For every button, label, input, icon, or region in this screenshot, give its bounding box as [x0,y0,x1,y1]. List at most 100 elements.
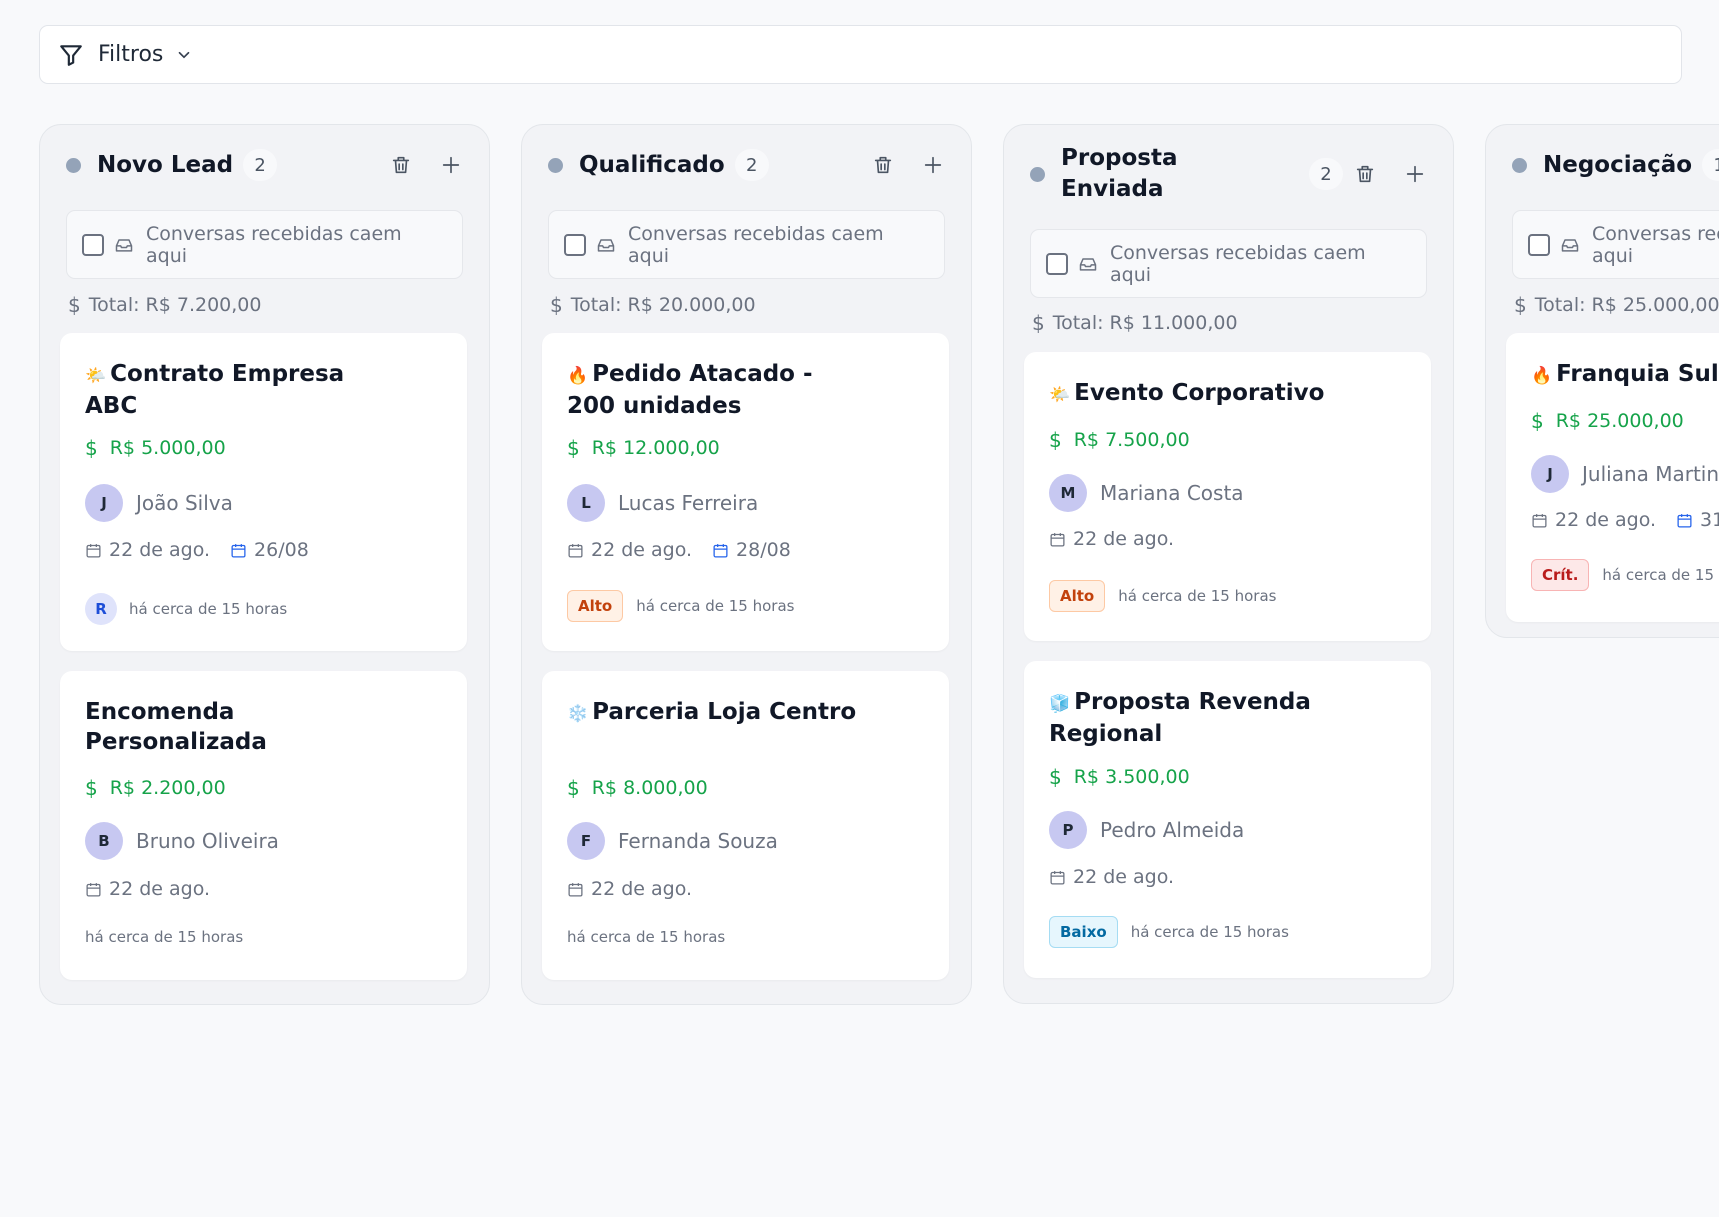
status-dot [1030,166,1045,182]
priority-badge: Alto [567,590,624,622]
inbox-icon [596,235,616,255]
calendar-icon [567,881,584,898]
card-dates: 22 de ago. [1049,866,1174,888]
calendar-icon [1049,869,1066,886]
card-dates: 22 de ago. 28/08 [567,539,791,561]
dollar-icon: $ [567,776,580,800]
card-title: 🔥 Franquia Sul [1531,361,1719,387]
trash-icon[interactable] [1347,156,1383,192]
calendar-icon [1049,531,1066,548]
card-value: $ R$ 12.000,00 [567,436,720,460]
dollar-icon: $ [85,436,98,460]
avatar: F [567,822,605,860]
avatar: J [1531,455,1569,493]
dollar-icon: $ [1514,293,1527,317]
inbox-checkbox[interactable] [1528,233,1550,256]
due-date: 26/08 [230,539,309,561]
column-header: Novo Lead 2 [66,147,469,183]
inbox-drop-zone[interactable]: Conversas recebidas caem aqui [548,210,945,279]
column-count: 2 [734,149,769,181]
status-dot [548,157,563,173]
inbox-text: Conversas recebidas caem aqui [146,222,402,267]
card-title: ❄️ Parceria Loja Centro [567,699,857,725]
deal-card[interactable]: 🔥 Pedido Atacado - 200 unidades $ R$ 12.00… [542,333,949,651]
calendar-icon [1531,512,1548,529]
inbox-icon [1560,235,1580,255]
avatar: L [567,484,605,522]
temperature-icon: 🌤️ [85,366,107,386]
column-count: 1 [1702,149,1719,181]
plus-icon[interactable] [915,147,951,183]
deal-card[interactable]: 🔥 Franquia Sul $ R$ 25.000,00 J Juliana Ma… [1506,333,1719,622]
dollar-icon: $ [1049,765,1062,789]
column-proposta-enviada: Proposta Enviada 2 Conversas recebidas c… [1003,124,1454,1004]
inbox-checkbox[interactable] [1046,252,1068,275]
card-dates: 22 de ago. 31 [1531,509,1719,531]
plus-icon[interactable] [433,147,469,183]
column-title: Novo Lead [97,151,234,178]
card-footer: Baixo há cerca de 15 horas [1049,916,1289,948]
filters-button[interactable]: Filtros [39,25,1682,84]
ice-cube-icon: 🧊 [1049,694,1071,714]
calendar-icon [85,542,102,559]
card-footer: há cerca de 15 horas [567,928,726,946]
dollar-icon: $ [85,776,98,800]
inbox-checkbox[interactable] [82,233,104,256]
column-novo-lead: Novo Lead 2 Conversas recebidas caem aqu… [39,124,490,1005]
trash-icon[interactable] [383,147,419,183]
trash-icon[interactable] [865,147,901,183]
column-negociacao: Negociação 1 Conversas recebidas caem aq… [1485,124,1719,638]
card-owner: B Bruno Oliveira [85,822,279,860]
card-footer: Crít. há cerca de 15 horas [1531,559,1719,591]
dollar-icon: $ [1049,428,1062,452]
card-dates: 22 de ago. 26/08 [85,539,309,561]
inbox-drop-zone[interactable]: Conversas recebidas caem aqui [66,210,463,279]
column-header: Negociação 1 [1512,147,1719,183]
deal-card[interactable]: 🌤️ Contrato Empresa ABC $ R$ 5.000,00 J Jo… [60,333,467,651]
column-header: Proposta Enviada 2 [1030,143,1433,205]
deal-card[interactable]: ❄️ Parceria Loja Centro $ R$ 8.000,00 F Fe… [542,671,949,980]
card-title: 🌤️ Evento Corporativo [1049,380,1325,406]
temperature-icon: 🌤️ [1049,385,1071,405]
column-title: Proposta Enviada [1061,145,1178,202]
avatar: B [85,822,123,860]
card-footer: R há cerca de 15 horas [85,593,287,625]
kanban-board: Novo Lead 2 Conversas recebidas caem aqu… [39,124,1719,1024]
column-title: Qualificado [579,151,725,178]
inbox-checkbox[interactable] [564,233,586,256]
column-title: Negociação [1543,151,1693,178]
inbox-icon [1078,254,1098,274]
inbox-drop-zone[interactable]: Conversas recebidas caem aqui [1512,210,1719,279]
calendar-icon [85,881,102,898]
chevron-down-icon [175,46,193,64]
card-footer: Alto há cerca de 15 horas [567,590,794,622]
snowflake-icon: ❄️ [567,704,589,724]
deal-card[interactable]: 🧊 Proposta Revenda Regional $ R$ 3.500,00 … [1024,661,1431,978]
card-title: 🔥 Pedido Atacado - 200 unidades [567,361,813,419]
card-owner: J Juliana Martins [1531,455,1719,493]
card-title: 🌤️ Contrato Empresa ABC [85,361,345,419]
due-calendar-icon [230,542,247,559]
card-value: $ R$ 7.500,00 [1049,428,1190,452]
card-value: $ R$ 8.000,00 [567,776,708,800]
inbox-icon [114,235,134,255]
card-value: $ R$ 25.000,00 [1531,409,1684,433]
column-header: Qualificado 2 [548,147,951,183]
card-title: 🧊 Proposta Revenda Regional [1049,689,1311,747]
due-date: 28/08 [712,539,791,561]
plus-icon[interactable] [1397,156,1433,192]
fire-icon: 🔥 [567,366,589,386]
priority-badge: Crít. [1531,559,1590,591]
deal-card[interactable]: 🌤️ Evento Corporativo $ R$ 7.500,00 M Mari… [1024,352,1431,641]
due-date: 31 [1676,509,1719,531]
priority-badge: Baixo [1049,916,1118,948]
inbox-drop-zone[interactable]: Conversas recebidas caem aqui [1030,229,1427,298]
dollar-icon: $ [1531,409,1544,433]
fire-icon: 🔥 [1531,366,1553,386]
card-dates: 22 de ago. [85,878,210,900]
filter-icon [58,42,84,68]
dollar-icon: $ [1032,311,1045,335]
status-dot [66,157,81,173]
column-total: $ Total: R$ 25.000,00 [1514,293,1719,317]
deal-card[interactable]: Encomenda Personalizada $ R$ 2.200,00 B B… [60,671,467,980]
